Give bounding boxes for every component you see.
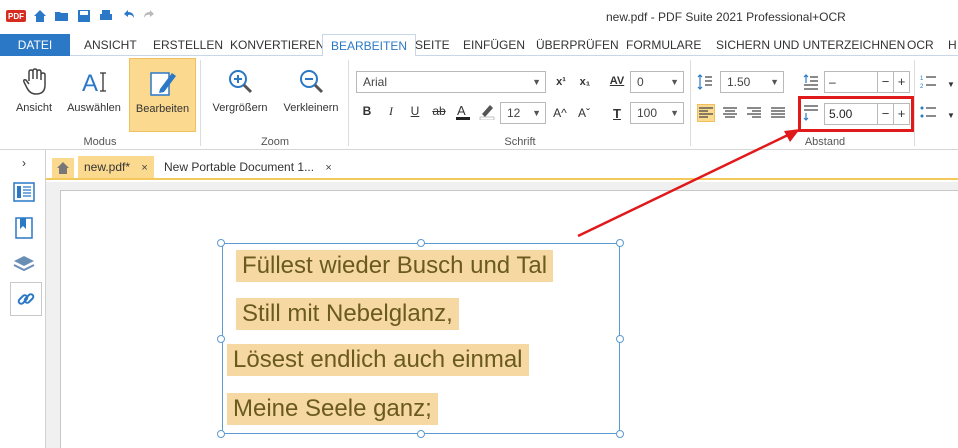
- annotation-arrow: [577, 129, 800, 238]
